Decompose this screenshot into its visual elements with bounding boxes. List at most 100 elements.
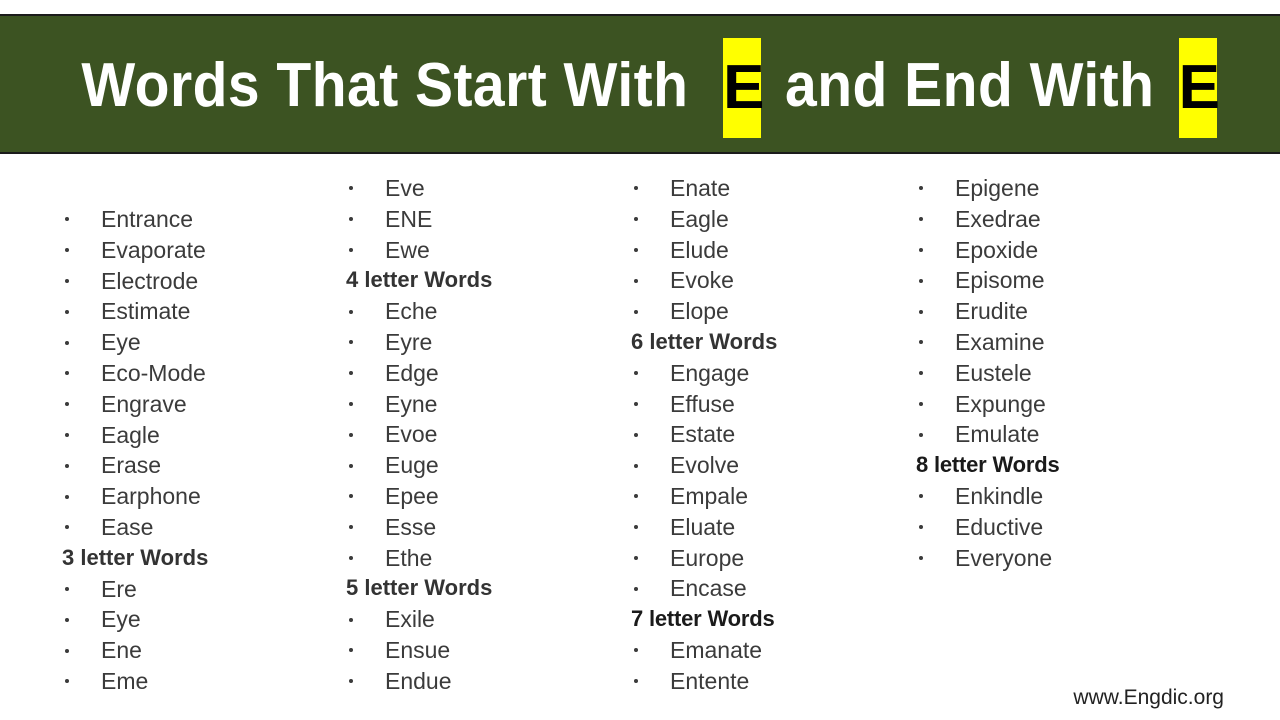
bullet-icon bbox=[919, 340, 923, 345]
word-list-item: Elope bbox=[625, 296, 915, 327]
word-list-item: Earphone bbox=[56, 481, 346, 512]
word-column-2: Eve ENE Ewe 4 letter Words Eche Eyre Edge Eyne E… bbox=[340, 173, 630, 697]
word-text: Ensue bbox=[385, 636, 451, 663]
word-list-item: Eve bbox=[340, 173, 630, 204]
word-text: Ethe bbox=[385, 544, 433, 571]
bullet-icon bbox=[634, 494, 638, 499]
bullet-icon bbox=[349, 679, 353, 684]
bullet-icon bbox=[65, 371, 69, 376]
word-list-item: Edge bbox=[340, 358, 630, 389]
bullet-icon bbox=[919, 371, 923, 376]
word-text: Enkindle bbox=[955, 482, 1044, 509]
word-text: Ere bbox=[101, 575, 137, 602]
word-text: Ease bbox=[101, 513, 154, 540]
bullet-icon bbox=[919, 525, 923, 530]
bullet-icon bbox=[65, 617, 69, 622]
bullet-icon bbox=[65, 340, 69, 345]
word-text: Entente bbox=[670, 667, 750, 694]
word-text: Ewe bbox=[385, 236, 430, 263]
word-list-item: Eme bbox=[56, 666, 346, 697]
word-list-item: Everyone bbox=[910, 543, 1200, 574]
word-text: Erase bbox=[101, 452, 162, 479]
word-column-1: Entrance Evaporate Electrode Estimate Eye Eco… bbox=[56, 204, 346, 697]
word-text: Europe bbox=[670, 544, 745, 571]
word-list-item: Erudite bbox=[910, 296, 1200, 327]
word-list-item: Ease bbox=[56, 512, 346, 543]
word-list-item: Engrave bbox=[56, 389, 346, 420]
word-list: Enate Eagle Elude Evoke Elope 6 letter Words E… bbox=[625, 173, 915, 697]
word-text: Expunge bbox=[955, 390, 1046, 417]
word-text: Eye bbox=[101, 606, 141, 633]
bullet-icon bbox=[919, 278, 923, 283]
word-list-item: Eagle bbox=[625, 204, 915, 235]
bullet-icon bbox=[349, 463, 353, 468]
word-text: Eco-Mode bbox=[101, 359, 206, 386]
word-list-item: Eagle bbox=[56, 420, 346, 451]
word-text: Eyne bbox=[385, 390, 438, 417]
word-list-item: Entente bbox=[625, 666, 915, 697]
bullet-icon bbox=[65, 525, 69, 530]
word-list-item: Ewe bbox=[340, 235, 630, 266]
word-text: Effuse bbox=[670, 390, 735, 417]
word-text: Elude bbox=[670, 236, 729, 263]
word-list-item: Ensue bbox=[340, 635, 630, 666]
word-list-item: Endue bbox=[340, 666, 630, 697]
header-banner: Words That Start With E and End With E bbox=[0, 14, 1280, 154]
bullet-icon bbox=[65, 309, 69, 314]
word-list-item: Electrode bbox=[56, 266, 346, 297]
word-text: Epigene bbox=[955, 175, 1040, 201]
word-list-item: Examine bbox=[910, 327, 1200, 358]
bullet-icon bbox=[919, 186, 923, 191]
word-text: Emanate bbox=[670, 636, 763, 663]
word-list-item: Effuse bbox=[625, 389, 915, 420]
word-text: Eche bbox=[385, 298, 438, 325]
word-list-item: Episome bbox=[910, 265, 1200, 296]
word-text: Electrode bbox=[101, 267, 199, 294]
word-text: Eye bbox=[101, 329, 141, 356]
title-highlight-start-letter: E bbox=[723, 38, 765, 138]
word-text: Eyre bbox=[385, 328, 433, 355]
bullet-icon bbox=[919, 309, 923, 314]
word-list-item: Exedrae bbox=[910, 204, 1200, 235]
word-text: Estate bbox=[670, 421, 736, 448]
word-text: Evolve bbox=[670, 452, 740, 479]
word-list-item: Ene bbox=[56, 635, 346, 666]
bullet-icon bbox=[349, 217, 353, 222]
word-list-item: Encase bbox=[625, 573, 915, 604]
bullet-icon bbox=[349, 648, 353, 653]
bullet-icon bbox=[349, 401, 353, 406]
word-list-item: Eyre bbox=[340, 327, 630, 358]
bullet-icon bbox=[65, 586, 69, 591]
word-text: Encase bbox=[670, 575, 747, 602]
word-text: Eustele bbox=[955, 359, 1032, 386]
word-list-item: Erase bbox=[56, 450, 346, 481]
bullet-icon bbox=[65, 494, 69, 499]
word-text: Eagle bbox=[101, 421, 160, 448]
word-text: Evoke bbox=[670, 267, 734, 294]
word-text: Edge bbox=[385, 359, 439, 386]
word-text: Engrave bbox=[101, 390, 187, 417]
bullet-icon bbox=[65, 463, 69, 468]
bullet-icon bbox=[634, 586, 638, 591]
bullet-icon bbox=[634, 525, 638, 530]
title-highlight-end-letter: E bbox=[1178, 38, 1220, 138]
word-list-item: Eche bbox=[340, 296, 630, 327]
word-list-item: Empale bbox=[625, 481, 915, 512]
bullet-icon bbox=[634, 648, 638, 653]
word-list-item: Emulate bbox=[910, 419, 1200, 450]
title-text-part-2: and End With bbox=[785, 51, 1155, 120]
bullet-icon bbox=[634, 555, 638, 560]
word-list-item: Ere bbox=[56, 574, 346, 605]
word-group-heading: 3 letter Words bbox=[62, 544, 209, 570]
word-text: Euge bbox=[385, 452, 439, 479]
word-list-item: Epigene bbox=[910, 173, 1200, 204]
bullet-icon bbox=[349, 525, 353, 530]
bullet-icon bbox=[65, 648, 69, 653]
word-list-item: Eyne bbox=[340, 389, 630, 420]
word-list-item: Engage bbox=[625, 358, 915, 389]
word-list-item: Eye bbox=[56, 327, 346, 358]
word-list-item: Eco-Mode bbox=[56, 358, 346, 389]
bullet-icon bbox=[65, 278, 69, 283]
word-text: Exedrae bbox=[955, 205, 1041, 232]
bullet-icon bbox=[65, 432, 69, 437]
